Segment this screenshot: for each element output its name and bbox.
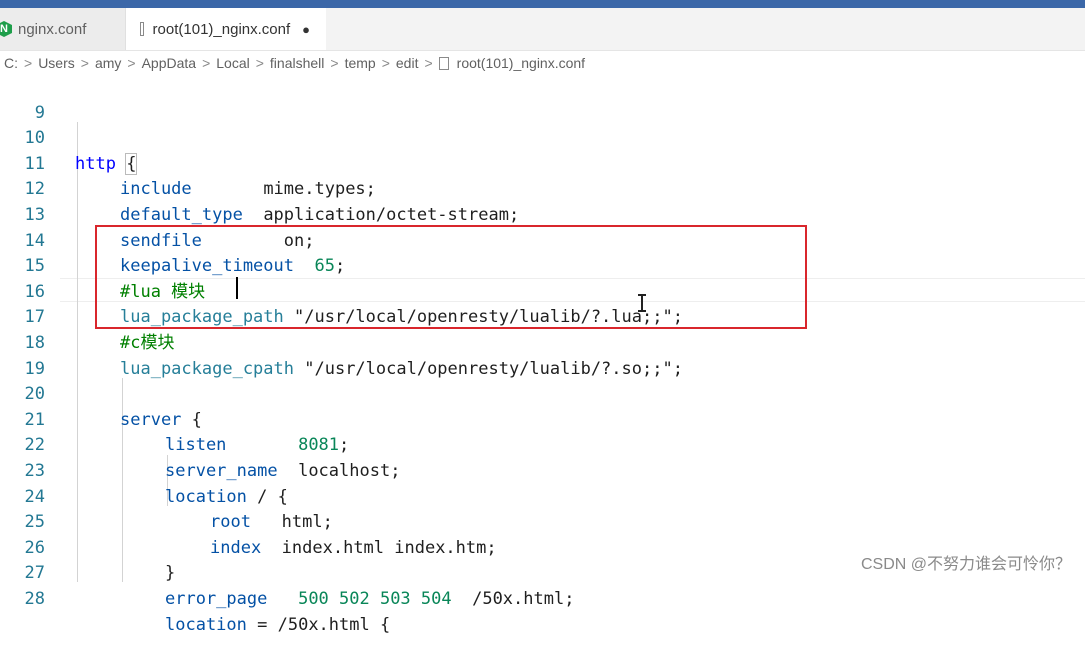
code-line: 9 [0,75,1085,123]
chevron-right-icon: > [202,55,211,71]
code-line: 23 location / { [0,433,1085,507]
code-line: 26 } [0,510,1085,584]
value: = /50x.html { [257,614,391,635]
chevron-right-icon: > [80,55,89,71]
nginx-icon: N [0,21,12,37]
chevron-right-icon: > [381,55,390,71]
chevron-right-icon: > [24,55,33,71]
chevron-right-icon: > [330,55,339,71]
tab-label: root(101)_nginx.conf [152,20,291,38]
code-line: 10 http { [0,101,1085,175]
chevron-right-icon: > [127,55,136,71]
code-line: 12 default_type application/octet-stream… [0,152,1085,225]
value: /50x.html; [472,588,575,609]
tab-label: nginx.conf [18,20,87,38]
editor-tab-bar: N nginx.conf root(101)_nginx.conf ● [0,8,1085,51]
breadcrumb-file[interactable]: root(101)_nginx.conf [457,55,585,71]
directive: location [165,614,247,635]
directive: error_page [165,588,268,609]
code-editor[interactable]: 9 10 http { 11 include mime.types; 12 de… [0,75,1085,635]
window-title-bar [0,0,1085,8]
breadcrumb-item[interactable]: finalshell [270,55,324,71]
text-cursor [236,277,238,299]
code-line: 22 server_name localhost; [0,408,1085,481]
code-line: 19 [0,331,1085,379]
breadcrumb-item[interactable]: Local [216,55,249,71]
file-icon [140,22,144,36]
code-line: 20 server { [0,357,1085,430]
line-number: 28 [24,588,45,609]
number: 500 502 503 504 [298,588,452,609]
chevron-right-icon: > [255,55,264,71]
breadcrumb-item[interactable]: edit [396,55,419,71]
breadcrumb-item[interactable]: Users [38,55,75,71]
code-line: 16 lua_package_path "/usr/local/openrest… [0,254,1085,328]
tab-root-nginx-conf[interactable]: root(101)_nginx.conf ● [126,8,326,50]
breadcrumb-item[interactable]: AppData [142,55,196,71]
breadcrumb-item[interactable]: amy [95,55,121,71]
file-icon [438,56,449,70]
code-line: 13 sendfile on; [0,177,1085,251]
code-line: 17 #c模块 [0,280,1085,353]
breadcrumb: C: > Users > amy > AppData > Local > fin… [0,51,1085,75]
code-line: 11 include mime.types; [0,126,1085,200]
code-line: 18 lua_package_cpath "/usr/local/openres… [0,305,1085,379]
chevron-right-icon: > [424,55,433,71]
breadcrumb-item[interactable]: C: [4,55,18,71]
watermark: CSDN @不努力谁会可怜你？ [860,556,1071,573]
code-line: 21 listen 8081; [0,382,1085,456]
code-line: 14 keepalive_timeout 65; [0,203,1085,277]
unsaved-indicator[interactable]: ● [302,22,310,37]
code-line: 15 #lua 模块 [0,229,1085,302]
code-line: 25 index index.html index.htm; [0,485,1085,558]
breadcrumb-item[interactable]: temp [345,55,376,71]
code-line: 24 root html; [0,459,1085,533]
ibeam-cursor-icon [638,294,646,312]
tab-nginx-conf[interactable]: N nginx.conf [0,8,126,50]
